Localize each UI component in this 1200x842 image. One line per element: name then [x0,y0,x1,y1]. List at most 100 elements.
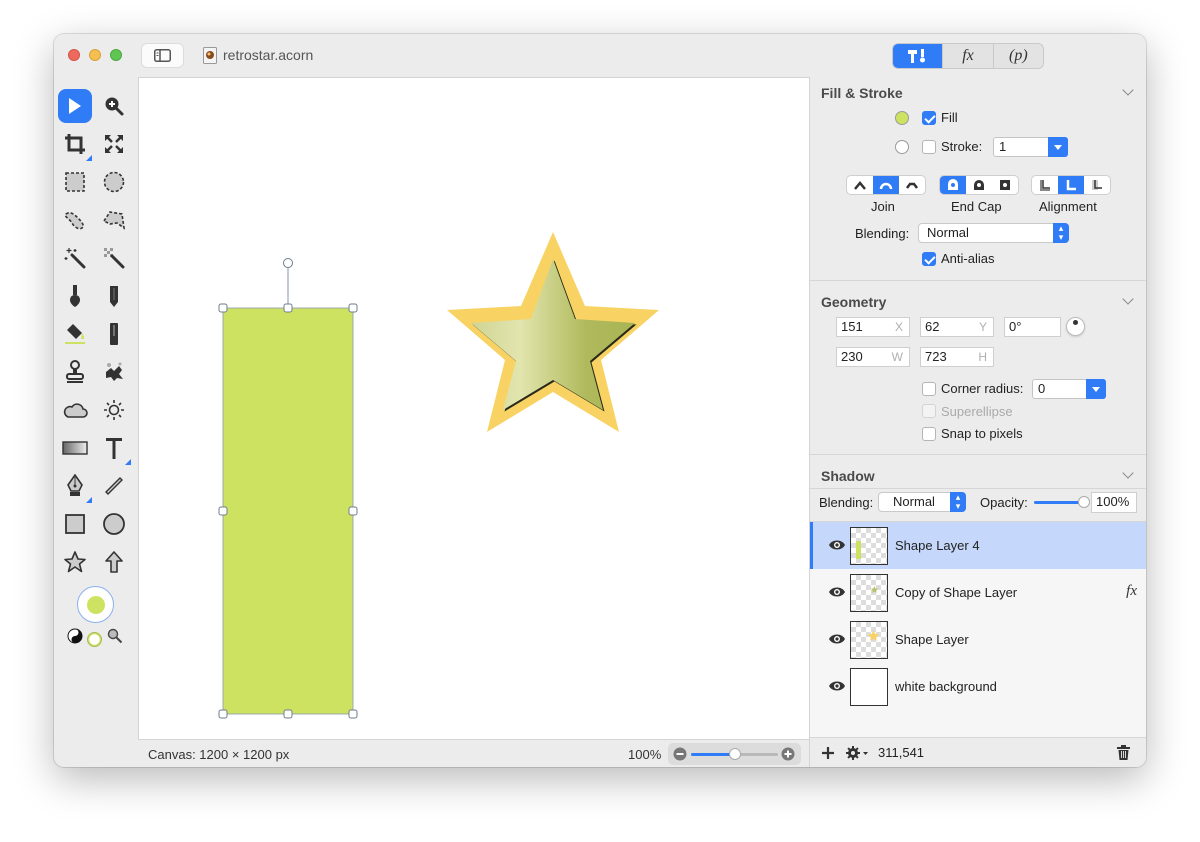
snap-to-pixels-checkbox[interactable] [922,427,936,441]
shadow-blending-select[interactable]: Normal ▴ ▾ [878,492,966,512]
retro-star-shape[interactable] [447,232,659,432]
zoom-slider-knob[interactable] [728,748,741,760]
handle-mid-right[interactable] [348,506,358,516]
corner-radius-combo[interactable]: 0 [1032,379,1106,399]
handle-bottom-right[interactable] [348,709,358,719]
add-layer-icon[interactable] [821,746,835,760]
opacity-slider-knob[interactable] [1078,496,1090,508]
rectangle-tool[interactable] [58,507,92,541]
instant-alpha-tool[interactable] [97,241,131,275]
retouch-tool[interactable] [97,355,131,389]
handle-top-mid[interactable] [283,303,293,313]
pencil-tool[interactable] [97,279,131,313]
align-inside-button[interactable] [1032,176,1058,194]
corner-radius-dropdown-icon[interactable] [1086,379,1106,399]
fill-color-well[interactable] [77,586,114,623]
gear-menu-icon[interactable] [845,745,869,761]
handle-bottom-mid[interactable] [283,709,293,719]
rotation-field[interactable]: 0° [1004,317,1061,337]
paint-bucket-tool[interactable] [58,317,92,351]
polygon-lasso-tool[interactable] [97,203,131,237]
select-tool[interactable] [58,89,92,123]
antialias-checkbox[interactable] [922,252,936,266]
fill-stroke-collapse-chevron-icon[interactable] [1122,84,1134,96]
clone-stamp-tool[interactable] [58,355,92,389]
join-miter-button[interactable] [847,176,873,194]
bezier-pen-tool[interactable] [58,469,92,503]
stroke-checkbox[interactable] [922,140,936,154]
zoom-slider-track[interactable] [691,748,778,760]
star-tool[interactable] [58,545,92,579]
sidebar-toggle-button[interactable] [141,43,184,68]
stroke-width-dropdown-icon[interactable] [1048,137,1068,157]
layer-row[interactable]: white background [810,663,1146,710]
corner-radius-checkbox[interactable] [922,382,936,396]
tab-tools[interactable] [893,44,943,68]
eye-icon[interactable] [828,539,846,551]
geometry-collapse-chevron-icon[interactable] [1122,293,1134,305]
rotation-dial[interactable] [1066,317,1085,336]
endcap-square-button[interactable] [992,176,1018,194]
opacity-slider[interactable] [1034,496,1090,508]
gradient-tool[interactable] [58,431,92,465]
y-field[interactable]: 62 Y [920,317,994,337]
stroke-color-icon[interactable] [87,632,102,647]
layer-row[interactable]: Copy of Shape Layer fx [810,569,1146,616]
ellipse-select-tool[interactable] [97,165,131,199]
crop-tool[interactable] [58,127,92,161]
opacity-field[interactable]: 100% [1091,492,1137,513]
layer-effects-indicator[interactable]: fx [1126,583,1137,600]
minimize-button[interactable] [89,49,101,61]
zoom-tool[interactable] [97,89,131,123]
magic-wand-tool[interactable] [58,241,92,275]
close-button[interactable] [68,49,80,61]
eye-icon[interactable] [828,680,846,692]
rotation-handle[interactable] [283,258,293,268]
endcap-butt-button[interactable] [940,176,966,194]
eye-icon[interactable] [828,586,846,598]
eye-icon[interactable] [828,633,846,645]
text-tool[interactable] [97,431,131,465]
brush-tool[interactable] [58,279,92,313]
height-field[interactable]: 723 H [920,347,994,367]
handle-bottom-left[interactable] [218,709,228,719]
width-field[interactable]: 230 W [836,347,910,367]
zoom-out-icon[interactable] [673,747,687,761]
shape-processor-tool[interactable] [58,393,92,427]
canvas[interactable] [138,77,809,739]
tab-filters[interactable]: fx [942,44,994,68]
color-picker-magnifier-icon[interactable] [107,628,123,644]
sidebar-icon [154,49,171,62]
join-round-button[interactable] [873,176,899,194]
handle-top-right[interactable] [348,303,358,313]
green-rectangle-shape[interactable] [222,307,354,715]
shadow-collapse-chevron-icon[interactable] [1122,467,1134,479]
blending-select[interactable]: Normal ▴ ▾ [918,223,1069,243]
arrow-tool[interactable] [97,545,131,579]
trash-icon[interactable] [1117,745,1130,760]
lasso-tool[interactable] [58,203,92,237]
stroke-color-swatch[interactable] [895,140,909,154]
x-field[interactable]: 151 X [836,317,910,337]
layer-row[interactable]: Shape Layer [810,616,1146,663]
fill-checkbox[interactable] [922,111,936,125]
handle-mid-left[interactable] [218,506,228,516]
stroke-width-combo[interactable]: 1 [993,137,1068,157]
tab-plugins[interactable]: (p) [994,44,1043,68]
fill-color-swatch[interactable] [895,111,909,125]
brightness-tool[interactable] [97,393,131,427]
oval-tool[interactable] [97,507,131,541]
transform-tool[interactable] [97,127,131,161]
eraser-tool[interactable] [97,317,131,351]
endcap-round-button[interactable] [966,176,992,194]
handle-top-left[interactable] [218,303,228,313]
layer-row[interactable]: Shape Layer 4 [810,522,1146,569]
align-outside-button[interactable] [1084,176,1110,194]
swap-colors-icon[interactable] [67,628,83,644]
zoom-window-button[interactable] [110,49,122,61]
join-bevel-button[interactable] [899,176,925,194]
zoom-in-icon[interactable] [781,747,795,761]
align-center-button[interactable] [1058,176,1084,194]
rect-select-tool[interactable] [58,165,92,199]
line-tool[interactable] [97,469,131,503]
